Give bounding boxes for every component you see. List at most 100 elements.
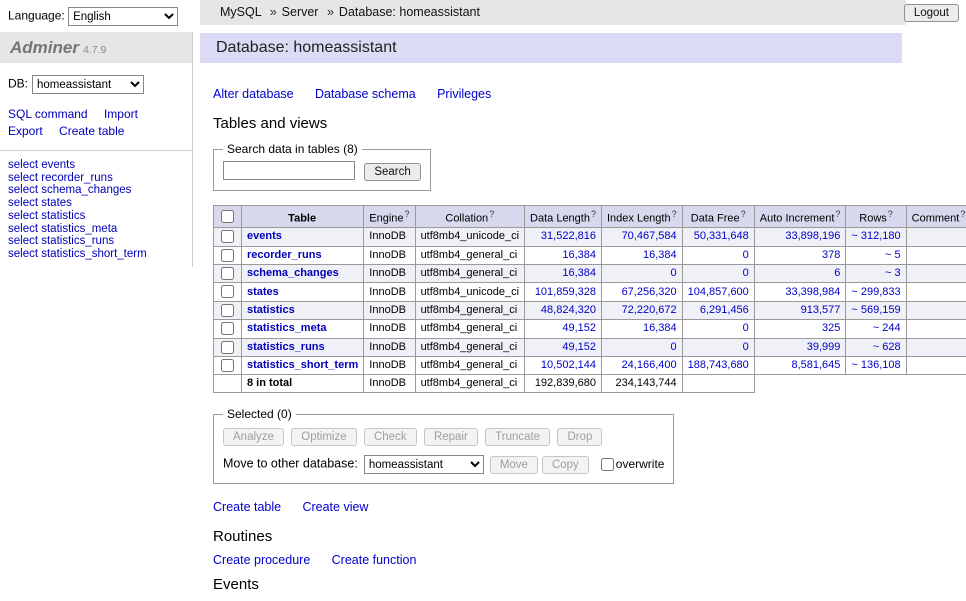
action-link[interactable]: Create table — [213, 500, 281, 514]
data-free-link[interactable]: 0 — [743, 267, 749, 279]
sidebar-action-link[interactable]: SQL command — [8, 107, 88, 121]
search-input[interactable] — [223, 161, 355, 180]
sidebar-action-link[interactable]: Import — [104, 107, 138, 121]
language-select[interactable]: English — [68, 7, 178, 26]
help-link[interactable]: ? — [888, 209, 893, 219]
table-name-link[interactable]: schema_changes — [247, 267, 339, 279]
index-length-link[interactable]: 16,384 — [643, 249, 677, 261]
data-free-link[interactable]: 50,331,648 — [694, 230, 749, 242]
copy-button[interactable]: Copy — [542, 456, 589, 474]
action-link[interactable]: Create function — [332, 553, 417, 567]
index-length-link[interactable]: 16,384 — [643, 322, 677, 334]
rows-count-link[interactable]: ~ 628 — [873, 341, 901, 353]
sidebar-action-link[interactable]: Export — [8, 124, 43, 138]
action-link[interactable]: Create procedure — [213, 553, 310, 567]
rows-count-link[interactable]: ~ 569,159 — [851, 304, 900, 316]
data-length-link[interactable]: 49,152 — [562, 322, 596, 334]
logout-button[interactable]: Logout — [904, 4, 959, 22]
data-length-link[interactable]: 31,522,816 — [541, 230, 596, 242]
breadcrumb-link[interactable]: MySQL — [220, 5, 261, 19]
action-link[interactable]: Create view — [302, 500, 368, 514]
rows-count-link[interactable]: ~ 136,108 — [851, 359, 900, 371]
data-free-link[interactable]: 0 — [743, 341, 749, 353]
rows-count-link[interactable]: ~ 244 — [873, 322, 901, 334]
row-select-checkbox[interactable] — [221, 230, 234, 243]
auto-increment-link[interactable]: 39,999 — [807, 341, 841, 353]
index-length-link[interactable]: 72,220,672 — [622, 304, 677, 316]
rows-count-link[interactable]: ~ 299,833 — [851, 286, 900, 298]
sidebar-table-link[interactable]: select states — [8, 197, 192, 210]
row-select-checkbox[interactable] — [221, 267, 234, 280]
index-length-link[interactable]: 0 — [671, 267, 677, 279]
bulk-action-button[interactable]: Optimize — [291, 428, 356, 446]
index-length-link[interactable]: 0 — [671, 341, 677, 353]
table-name-link[interactable]: statistics_meta — [247, 322, 327, 334]
table-name-link[interactable]: events — [247, 230, 282, 242]
bulk-action-button[interactable]: Drop — [557, 428, 602, 446]
row-select-checkbox[interactable] — [221, 304, 234, 317]
data-free-link[interactable]: 6,291,456 — [700, 304, 749, 316]
data-free-link[interactable]: 104,857,600 — [688, 286, 749, 298]
data-length-link[interactable]: 48,824,320 — [541, 304, 596, 316]
auto-increment-link[interactable]: 913,577 — [801, 304, 841, 316]
help-link[interactable]: ? — [489, 209, 494, 219]
sidebar-table-link[interactable]: select statistics_meta — [8, 223, 192, 236]
bulk-action-button[interactable]: Analyze — [223, 428, 284, 446]
sidebar-table-link[interactable]: select statistics — [8, 210, 192, 223]
search-button[interactable]: Search — [364, 163, 420, 181]
action-link[interactable]: Alter database — [213, 87, 294, 101]
select-all-checkbox[interactable] — [221, 210, 234, 223]
db-select[interactable]: homeassistant — [32, 75, 144, 94]
move-db-select[interactable]: homeassistant — [364, 455, 484, 474]
table-name-link[interactable]: states — [247, 286, 279, 298]
sidebar-table-link[interactable]: select events — [8, 159, 192, 172]
rows-count-link[interactable]: ~ 5 — [885, 249, 901, 261]
overwrite-checkbox[interactable] — [601, 458, 614, 471]
data-free-link[interactable]: 0 — [743, 322, 749, 334]
row-select-checkbox[interactable] — [221, 359, 234, 372]
help-link[interactable]: ? — [672, 209, 677, 219]
auto-increment-link[interactable]: 8,581,645 — [791, 359, 840, 371]
move-button[interactable]: Move — [490, 456, 538, 474]
breadcrumb-link[interactable]: Server — [282, 5, 319, 19]
row-select-checkbox[interactable] — [221, 322, 234, 335]
action-link[interactable]: Privileges — [437, 87, 491, 101]
auto-increment-link[interactable]: 378 — [822, 249, 840, 261]
breadcrumb-link[interactable]: Database: homeassistant — [339, 5, 480, 19]
table-name-link[interactable]: recorder_runs — [247, 249, 322, 261]
bulk-action-button[interactable]: Truncate — [485, 428, 550, 446]
auto-increment-link[interactable]: 33,398,984 — [785, 286, 840, 298]
data-length-link[interactable]: 16,384 — [562, 267, 596, 279]
data-length-link[interactable]: 16,384 — [562, 249, 596, 261]
action-link[interactable]: Database schema — [315, 87, 416, 101]
auto-increment-link[interactable]: 325 — [822, 322, 840, 334]
auto-increment-link[interactable]: 6 — [834, 267, 840, 279]
bulk-action-button[interactable]: Repair — [424, 428, 478, 446]
index-length-link[interactable]: 70,467,584 — [622, 230, 677, 242]
table-name-link[interactable]: statistics_short_term — [247, 359, 358, 371]
table-name-link[interactable]: statistics — [247, 304, 295, 316]
data-free-link[interactable]: 0 — [743, 249, 749, 261]
auto-increment-link[interactable]: 33,898,196 — [785, 230, 840, 242]
data-length-link[interactable]: 10,502,144 — [541, 359, 596, 371]
data-length-link[interactable]: 101,859,328 — [535, 286, 596, 298]
help-link[interactable]: ? — [960, 209, 965, 219]
row-select-checkbox[interactable] — [221, 285, 234, 298]
rows-count-link[interactable]: ~ 3 — [885, 267, 901, 279]
sidebar-table-link[interactable]: select statistics_runs — [8, 235, 192, 248]
help-link[interactable]: ? — [835, 209, 840, 219]
data-length-link[interactable]: 49,152 — [562, 341, 596, 353]
bulk-action-button[interactable]: Check — [364, 428, 417, 446]
sidebar-table-link[interactable]: select recorder_runs — [8, 172, 192, 185]
row-select-checkbox[interactable] — [221, 341, 234, 354]
index-length-link[interactable]: 24,166,400 — [622, 359, 677, 371]
rows-count-link[interactable]: ~ 312,180 — [851, 230, 900, 242]
sidebar-table-link[interactable]: select schema_changes — [8, 184, 192, 197]
help-link[interactable]: ? — [741, 209, 746, 219]
sidebar-table-link[interactable]: select statistics_short_term — [8, 248, 192, 261]
help-link[interactable]: ? — [405, 209, 410, 219]
help-link[interactable]: ? — [591, 209, 596, 219]
table-name-link[interactable]: statistics_runs — [247, 341, 325, 353]
sidebar-action-link[interactable]: Create table — [59, 124, 124, 138]
index-length-link[interactable]: 67,256,320 — [622, 286, 677, 298]
